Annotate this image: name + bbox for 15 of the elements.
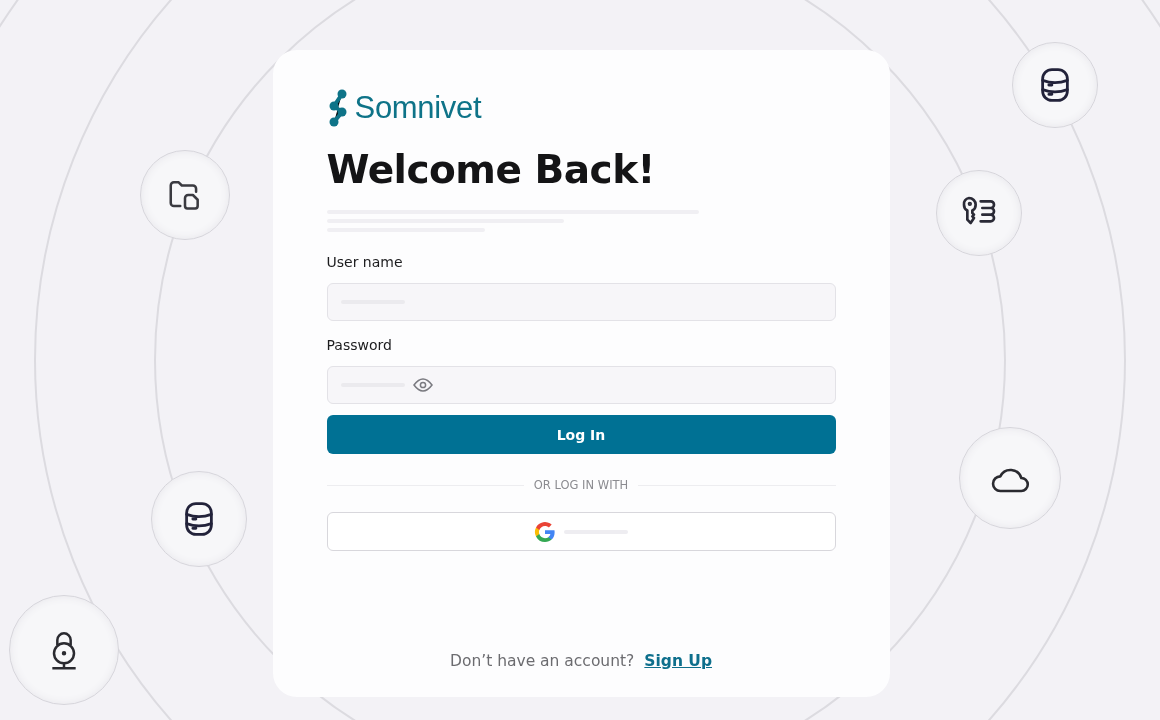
divider-text: OR LOG IN WITH (533, 478, 629, 492)
field-label: Password (326, 337, 393, 355)
input-field[interactable] (326, 283, 836, 321)
g-logo-icon (534, 520, 556, 543)
google-login-button[interactable] (326, 512, 836, 551)
eye-icon[interactable] (412, 378, 433, 392)
database-icon (182, 500, 216, 538)
page-heading: Welcome Back! (326, 146, 656, 194)
database-icon (1038, 66, 1072, 104)
input-field[interactable] (326, 366, 836, 404)
field-label: User name (326, 254, 404, 272)
signup-prompt: Don’t have an account? (449, 652, 635, 670)
login-button[interactable]: Log In (326, 415, 836, 454)
brand-name: Somnivet (354, 90, 482, 126)
signup-link[interactable]: Sign Up (644, 652, 712, 670)
